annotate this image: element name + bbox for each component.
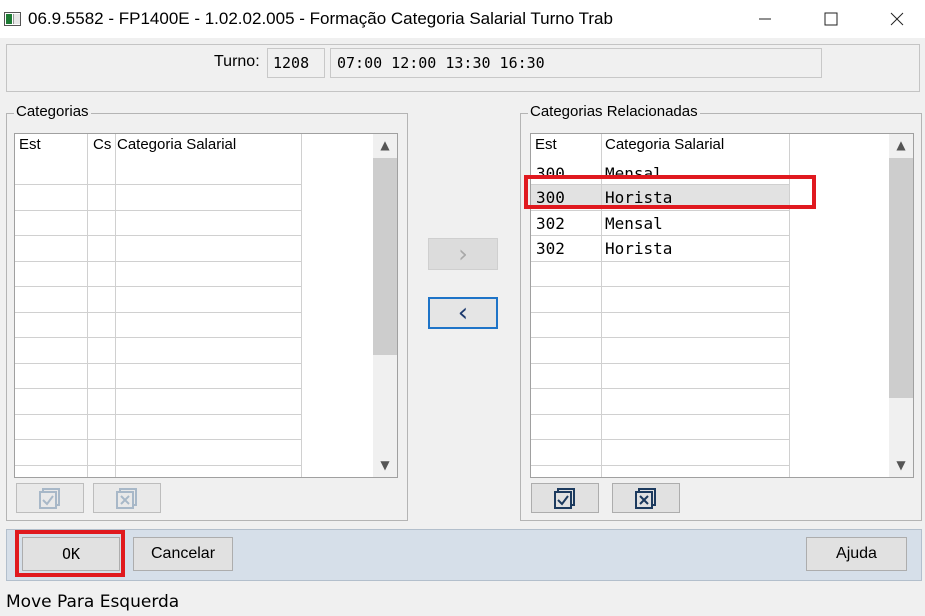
chevron-right-icon: › — [458, 240, 468, 268]
maximize-icon[interactable] — [808, 0, 854, 38]
cancel-button[interactable]: Cancelar — [133, 537, 233, 571]
check-all-icon — [39, 488, 60, 509]
categorias-scrollbar[interactable]: ▲ ▼ — [373, 134, 397, 477]
select-all-button[interactable] — [16, 483, 84, 513]
title-bar: 06.9.5582 - FP1400E - 1.02.02.005 - Form… — [0, 0, 925, 38]
table-row-categoria[interactable]: Mensal — [605, 214, 663, 233]
help-button[interactable]: Ajuda — [806, 537, 907, 571]
turno-label: Turno: — [214, 53, 260, 70]
status-text: Move Para Esquerda — [6, 592, 180, 612]
col-est[interactable]: Est — [535, 136, 557, 153]
scroll-down-icon[interactable]: ▼ — [890, 456, 912, 474]
table-row-est[interactable]: 302 — [536, 239, 565, 258]
categorias-grid-header: Est Cs Categoria Salarial — [15, 134, 373, 156]
table-row-categoria[interactable]: Horista — [605, 239, 672, 258]
deselect-all-button[interactable] — [612, 483, 680, 513]
col-categoria-salarial[interactable]: Categoria Salarial — [605, 136, 724, 153]
relacionadas-title: Categorias Relacionadas — [528, 103, 700, 120]
check-all-icon — [554, 488, 575, 509]
scroll-down-icon[interactable]: ▼ — [374, 456, 396, 474]
col-est[interactable]: Est — [19, 136, 41, 153]
app-icon — [4, 12, 21, 26]
relacionadas-scrollbar[interactable]: ▲ ▼ — [889, 134, 913, 477]
chevron-left-icon: ‹ — [457, 298, 469, 328]
window-title: 06.9.5582 - FP1400E - 1.02.02.005 - Form… — [28, 9, 613, 28]
move-right-button[interactable]: › — [428, 238, 498, 270]
scroll-thumb[interactable] — [373, 158, 397, 355]
close-icon[interactable] — [874, 0, 920, 38]
categorias-grid[interactable]: Est Cs Categoria Salarial ▲ ▼ — [14, 133, 398, 478]
turno-times-field: 07:00 12:00 13:30 16:30 — [330, 48, 822, 78]
move-left-button[interactable]: ‹ — [428, 297, 498, 329]
table-row-est[interactable]: 302 — [536, 214, 565, 233]
deselect-all-button[interactable] — [93, 483, 161, 513]
categorias-title: Categorias — [14, 103, 91, 120]
selected-row-highlight — [524, 175, 816, 209]
col-cs[interactable]: Cs — [93, 136, 111, 153]
scroll-thumb[interactable] — [889, 158, 913, 398]
select-all-button[interactable] — [531, 483, 599, 513]
scroll-up-icon[interactable]: ▲ — [374, 136, 396, 154]
col-categoria-salarial[interactable]: Categoria Salarial — [117, 136, 236, 153]
ok-button-highlight — [15, 530, 125, 577]
relacionadas-grid-header: Est Categoria Salarial — [531, 134, 889, 156]
turno-code-field: 1208 — [267, 48, 325, 78]
uncheck-all-icon — [635, 488, 656, 509]
minimize-icon[interactable] — [742, 0, 788, 38]
scroll-up-icon[interactable]: ▲ — [890, 136, 912, 154]
uncheck-all-icon — [116, 488, 137, 509]
